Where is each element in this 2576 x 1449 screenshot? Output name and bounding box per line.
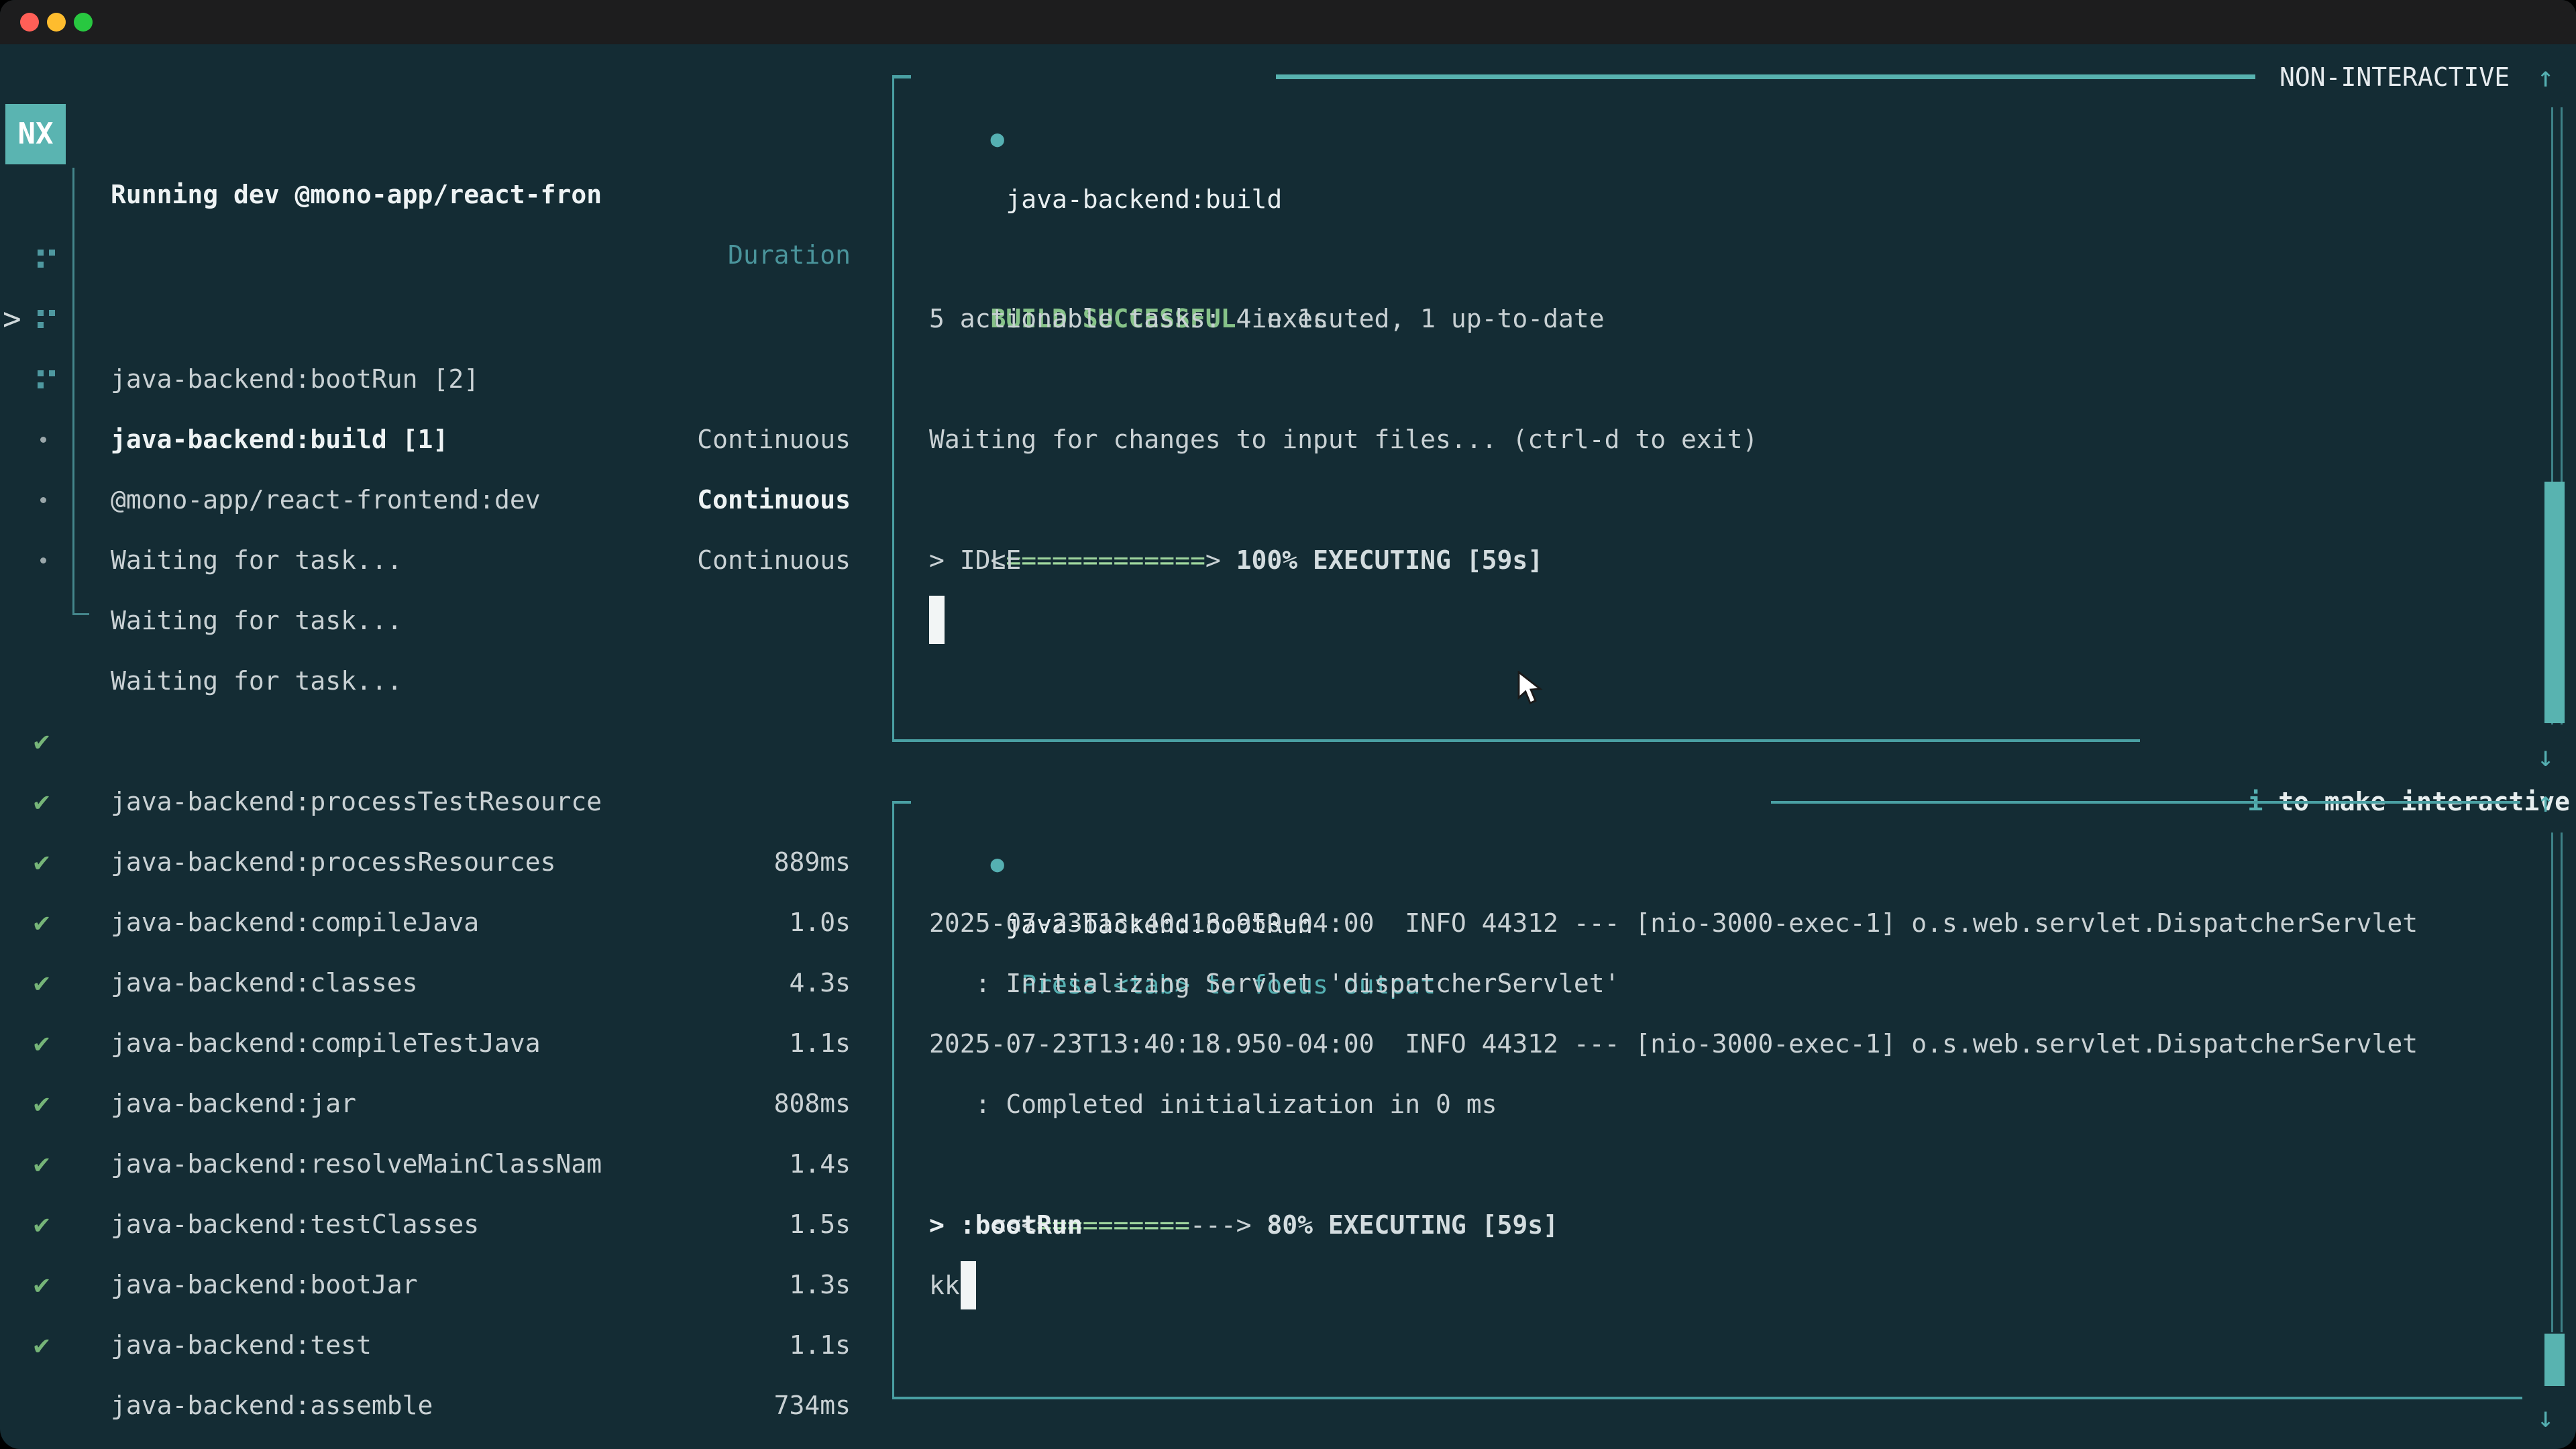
build-panel-header[interactable]: ● java-backend:build <box>929 47 1282 107</box>
task-row[interactable]: ✔ java-backend:test 734ms <box>0 1194 892 1254</box>
check-icon: ✔ <box>34 1315 50 1375</box>
minimize-button[interactable] <box>47 13 66 32</box>
build-panel-corner <box>892 75 911 78</box>
task-row[interactable]: ✔ java-backend:resolveMainClassNam 1.5s <box>0 1013 892 1073</box>
log-line: : Completed initialization in 0 ms <box>929 1074 1497 1134</box>
bootrun-panel-bottom-border <box>892 1397 2522 1399</box>
close-button[interactable] <box>20 13 39 32</box>
build-summary-line: 5 actionable tasks: 4 executed, 1 up-to-… <box>929 288 1605 349</box>
task-row[interactable]: ✔ java-backend:jar 1.4s <box>0 953 892 1013</box>
build-panel-title: java-backend:build <box>1006 184 1282 214</box>
task-duration: 1.1s <box>789 1315 851 1375</box>
task-row[interactable]: ✔ java-backend:processTestResource 889ms <box>0 651 892 711</box>
build-idle-line: > IDLE <box>929 530 1021 590</box>
prompt-line: > :bootRun <box>929 1195 1083 1255</box>
input-line[interactable]: kk <box>929 1255 960 1316</box>
task-row[interactable]: @mono-app/react-frontend:dev Continuous <box>0 349 892 409</box>
task-row[interactable]: java-backend:bootRun [2] Continuous <box>0 228 892 288</box>
bootrun-panel-header-rule <box>1771 801 2520 804</box>
bootrun-scrollbar-thumb[interactable] <box>2544 1334 2565 1386</box>
task-row[interactable]: Waiting for task... <box>0 530 892 590</box>
build-waiting-line: Waiting for changes to input files... (c… <box>929 409 1758 470</box>
zoom-button[interactable] <box>74 13 93 32</box>
task-name: java-backend:assemble <box>111 1375 433 1436</box>
mouse-cursor <box>1517 671 1547 707</box>
build-panel-header-rule <box>1276 74 2255 79</box>
build-success-line: BUILD SUCCESSFUL in 1s <box>929 228 1328 288</box>
task-row[interactable]: ✔ java-backend:processResources 1.0s <box>0 711 892 771</box>
progress-label: 80% EXECUTING [59s] <box>1251 1210 1558 1240</box>
bootrun-progress-bar: <<<==========---> 80% EXECUTING [59s] <box>929 1134 1558 1195</box>
task-name: java-backend:test <box>111 1315 372 1375</box>
status-bullet-icon: ● <box>991 851 1004 877</box>
bootrun-panel-header[interactable]: ● java-backend:bootRun Press <tab> to fo… <box>929 772 1436 833</box>
terminal-cursor <box>929 596 945 644</box>
sidebar-header: Running dev @mono-app/react-fron Duratio… <box>0 104 892 164</box>
titlebar <box>0 0 2576 44</box>
progress-close: > <box>1205 545 1221 575</box>
log-line: 2025-07-23T13:40:18.950-04:00 INFO 44312… <box>929 893 2418 953</box>
bootrun-scrollbar-track[interactable] <box>2551 833 2563 1332</box>
task-row[interactable]: Waiting for task... <box>0 409 892 470</box>
scroll-up-icon[interactable]: ↑ <box>2537 772 2554 833</box>
pending-dot-icon <box>40 497 46 503</box>
bootrun-panel-corner <box>892 801 911 804</box>
status-bullet-icon: ● <box>991 125 1004 152</box>
task-row[interactable]: ✔ java-backend:testClasses 1.3s <box>0 1073 892 1134</box>
noninteractive-badge: NON-INTERACTIVE <box>2279 47 2510 107</box>
spinner-icon <box>38 370 44 376</box>
task-name: Waiting for task... <box>111 590 402 651</box>
scroll-up-icon[interactable]: ↑ <box>2537 47 2554 107</box>
terminal-cursor <box>961 1261 976 1309</box>
progress-dashes: --- <box>1190 1210 1236 1240</box>
build-scrollbar-thumb[interactable] <box>2544 482 2565 723</box>
task-row[interactable]: ✔ java-backend:assemble 774ms <box>0 1254 892 1315</box>
bootrun-panel-left-border <box>892 801 894 1399</box>
build-panel-bottom-border <box>892 739 2140 742</box>
terminal-window: NX Running dev @mono-app/react-fron Dura… <box>0 0 2576 1449</box>
log-line: : Initializing Servlet 'dispatcherServle… <box>929 953 1620 1014</box>
spinner-icon <box>38 250 44 256</box>
spinner-icon <box>38 310 44 316</box>
pagination: ← 1/2 → <box>19 1379 157 1439</box>
scroll-down-icon[interactable]: ↓ <box>2537 1387 2554 1448</box>
selection-caret: > <box>3 288 21 349</box>
task-row[interactable]: ✔ java-backend:classes 1.1s <box>0 832 892 892</box>
keyboard-hints: quit: q help: ? <box>604 1379 911 1439</box>
task-row[interactable]: ✔ java-backend:compileJava 4.3s <box>0 771 892 832</box>
pending-dot-icon <box>40 437 46 443</box>
progress-fill: ============= <box>1006 545 1205 575</box>
task-row[interactable]: ✔ java-backend:compileTestJava 808ms <box>0 892 892 953</box>
task-row-selected[interactable]: java-backend:build [1] Continuous <box>0 288 892 349</box>
progress-label: 100% EXECUTING [59s] <box>1221 545 1543 575</box>
build-progress-bar: <=============> 100% EXECUTING [59s] <box>929 470 1543 530</box>
task-row[interactable]: Waiting for task... <box>0 470 892 530</box>
sidebar-title: Running dev @mono-app/react-fron <box>111 164 602 225</box>
log-line: 2025-07-23T13:40:18.950-04:00 INFO 44312… <box>929 1014 2418 1074</box>
progress-close: > <box>1236 1210 1252 1240</box>
task-row[interactable]: ✔ java-backend:bootJar 1.1s <box>0 1134 892 1194</box>
interactive-hint: i to make interactive <box>2186 711 2570 771</box>
pending-dot-icon <box>40 557 46 564</box>
build-panel-left-border <box>892 75 894 741</box>
